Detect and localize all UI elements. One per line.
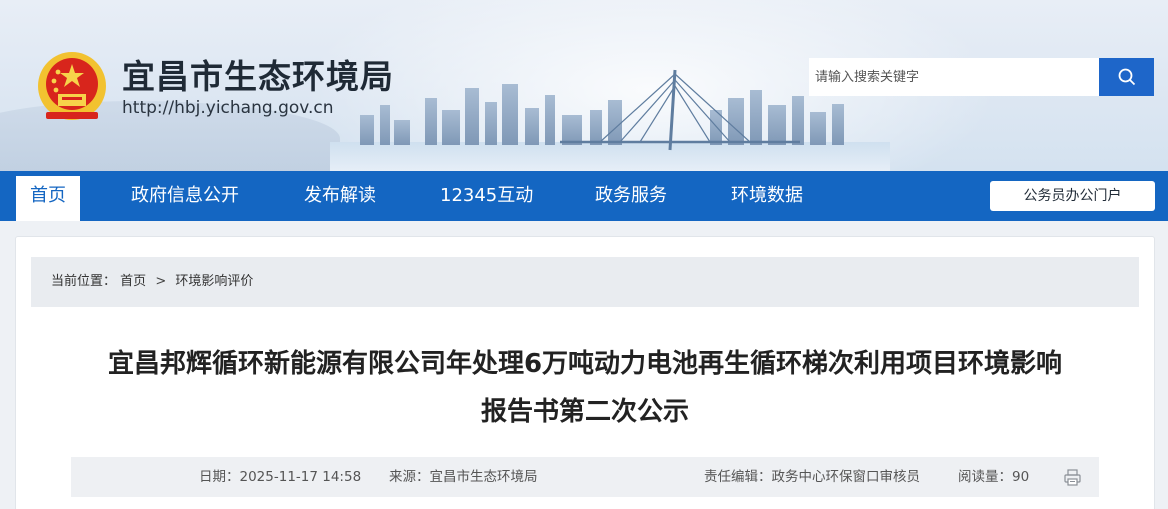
article-title-line2: 报告书第二次公示 [480,397,689,427]
nav-item-home[interactable]: 首页 [16,176,80,221]
meta-editor-label: 责任编辑： [704,469,772,485]
site-url: http://hbj.yichang.gov.cn [122,98,334,118]
meta-views-label: 阅读量： [958,469,1012,485]
article-title: 宜昌邦辉循环新能源有限公司年处理6万吨动力电池再生循环梯次利用项目环境影响 报告… [40,340,1130,436]
meta-source: 来源：宜昌市生态环境局 [389,457,538,497]
main-nav: 首页 政府信息公开 发布解读 12345互动 政务服务 环境数据 公务员办公门户 [0,171,1168,221]
site-title[interactable]: 宜昌市生态环境局 [122,50,394,98]
city-skyline-image [330,69,890,171]
meta-editor: 责任编辑：政务中心环保窗口审核员 [704,457,920,497]
breadcrumb-home[interactable]: 首页 [120,274,146,289]
national-emblem-icon [38,52,106,120]
nav-item-services[interactable]: 政务服务 [595,171,667,221]
meta-source-label: 来源： [389,469,430,485]
meta-views-value: 90 [1012,469,1030,485]
article-meta: 日期：2025-11-17 14:58 来源：宜昌市生态环境局 责任编辑：政务中… [71,457,1099,497]
nav-item-release[interactable]: 发布解读 [304,171,376,221]
breadcrumb: 当前位置： 首页 > 环境影响评价 [31,257,1139,307]
search-icon [1118,68,1135,86]
civil-servant-portal-button[interactable]: 公务员办公门户 [990,181,1155,211]
meta-date: 日期：2025-11-17 14:58 [199,457,361,497]
nav-item-12345[interactable]: 12345互动 [440,171,533,221]
header-banner: 宜昌市生态环境局 http://hbj.yichang.gov.cn [0,0,1168,171]
nav-item-env-data[interactable]: 环境数据 [731,171,803,221]
breadcrumb-eia[interactable]: 环境影响评价 [175,274,253,289]
search-button[interactable] [1099,58,1154,96]
nav-item-gov-info[interactable]: 政府信息公开 [131,171,239,221]
breadcrumb-prefix: 当前位置： [51,274,117,289]
article-title-line1: 宜昌邦辉循环新能源有限公司年处理6万吨动力电池再生循环梯次利用项目环境影响 [107,349,1063,379]
breadcrumb-separator: > [155,274,167,289]
meta-date-label: 日期： [199,469,240,485]
print-icon[interactable] [1064,469,1081,486]
meta-editor-value: 政务中心环保窗口审核员 [771,469,921,485]
meta-date-value: 2025-11-17 14:58 [239,469,362,485]
meta-source-value: 宜昌市生态环境局 [429,469,538,485]
search-input[interactable] [809,58,1099,96]
meta-views: 阅读量：90 [958,457,1029,497]
